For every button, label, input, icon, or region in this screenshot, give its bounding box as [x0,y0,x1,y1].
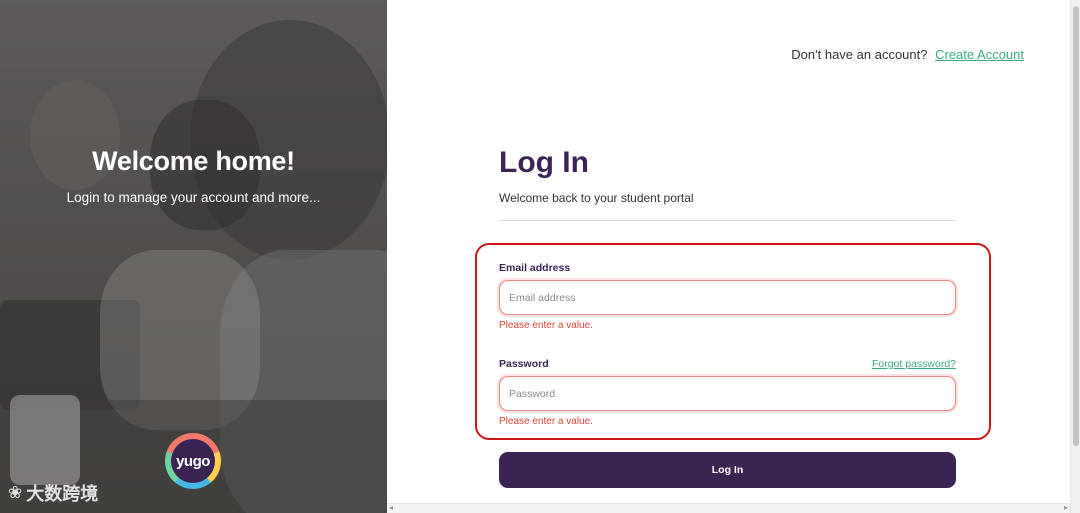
create-account-link[interactable]: Create Account [935,47,1024,62]
horizontal-scrollbar[interactable]: ◂ ▸ [387,503,1070,513]
scrollbar-thumb[interactable] [1073,6,1079,446]
login-page: Welcome home! Login to manage your accou… [0,0,1080,513]
page-subtitle: Welcome back to your student portal [499,191,694,205]
watermark-text: 大数跨境 [26,484,99,504]
scroll-right-icon[interactable]: ▸ [1064,503,1068,512]
email-input[interactable] [499,280,956,315]
password-error: Please enter a value. [499,416,593,427]
login-button[interactable]: Log In [499,452,956,488]
watermark-icon: ❀ [8,483,23,503]
signup-prompt: Don't have an account? Create Account [791,47,1024,62]
email-label: Email address [499,262,571,274]
hero-subtitle: Login to manage your account and more... [66,190,321,205]
yugo-logo: yugo [165,433,221,489]
hero-title: Welcome home! [92,146,295,176]
signup-prompt-text: Don't have an account? [791,47,928,62]
hero-panel: Welcome home! Login to manage your accou… [0,0,387,513]
divider [499,220,956,221]
scroll-left-icon[interactable]: ◂ [389,503,393,512]
password-label: Password [499,358,549,370]
password-input[interactable] [499,376,956,411]
logo-text: yugo [171,439,215,483]
vertical-scrollbar[interactable] [1070,0,1080,513]
watermark: ❀ 大数跨境 [8,480,98,506]
forgot-password-link[interactable]: Forgot password? [872,358,956,370]
page-title: Log In [499,146,589,179]
email-error: Please enter a value. [499,320,593,331]
